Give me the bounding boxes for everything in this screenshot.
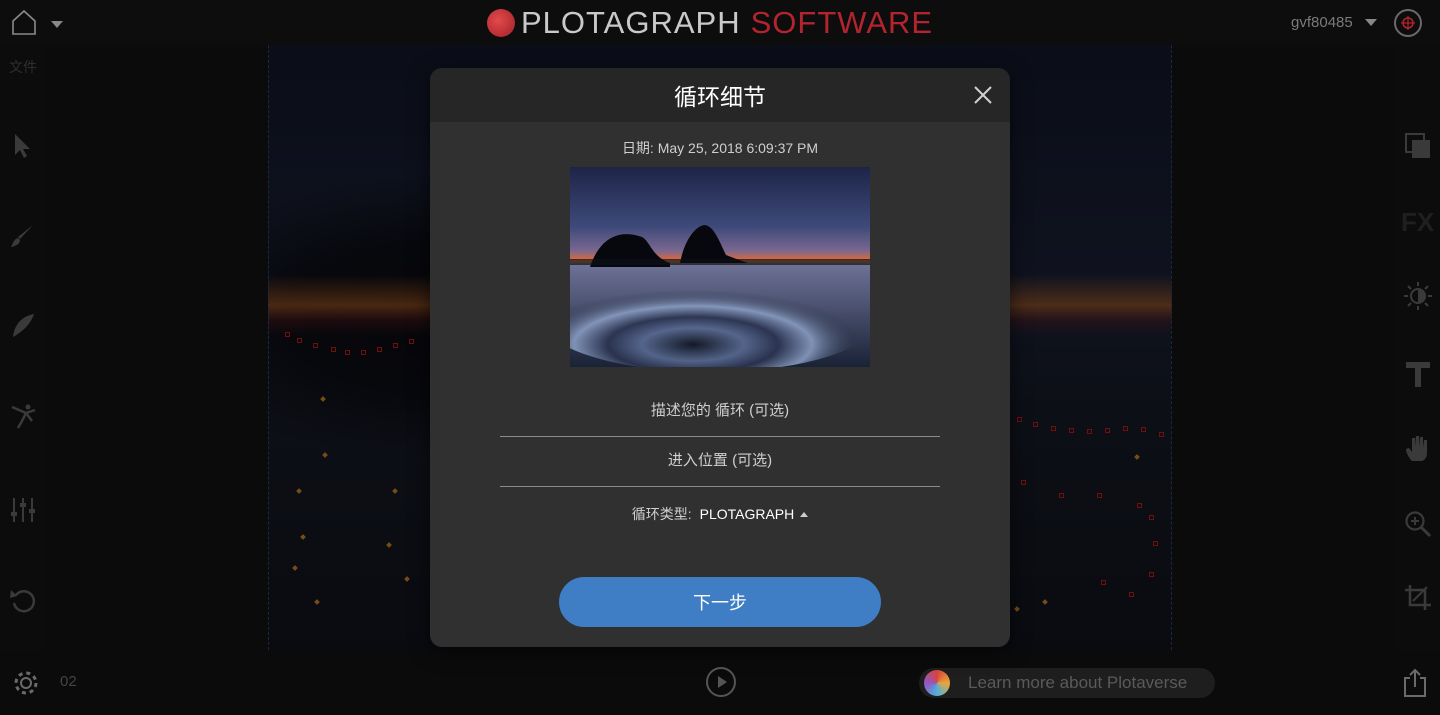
dialog-header: 循环细节: [430, 68, 1010, 122]
username-label[interactable]: gvf80485: [1291, 14, 1353, 31]
share-icon[interactable]: [1402, 668, 1428, 698]
profile-badge-icon: [1401, 16, 1415, 30]
top-bar: PLOTAGRAPH SOFTWARE gvf80485: [0, 0, 1440, 45]
plotagraph-logo-icon: [487, 9, 515, 37]
frame-number: 02: [60, 673, 77, 690]
location-placeholder: 进入位置 (可选): [667, 452, 773, 469]
plotaverse-logo-icon: [924, 670, 950, 696]
next-step-button[interactable]: 下一步: [559, 577, 881, 627]
loop-date: 日期: May 25, 2018 6:09:37 PM: [621, 140, 819, 156]
describe-loop-input[interactable]: 描述您的 循环 (可选): [500, 400, 940, 437]
app-logo: PLOTAGRAPH SOFTWARE: [487, 5, 934, 40]
user-menu-chevron-down-icon[interactable]: [1365, 19, 1377, 26]
chevron-up-icon[interactable]: [800, 512, 809, 517]
avatar[interactable]: [1394, 9, 1422, 37]
close-icon[interactable]: [973, 85, 993, 105]
loop-thumbnail: [570, 167, 870, 367]
logo-text-primary: PLOTAGRAPH: [521, 5, 741, 40]
learn-more-label: Learn more about Plotaverse: [968, 673, 1188, 692]
gear-icon[interactable]: [11, 668, 41, 698]
loop-type-select[interactable]: PLOTAGRAPH: [700, 506, 795, 522]
home-icon[interactable]: [10, 8, 38, 36]
dialog-title: 循环细节: [674, 84, 766, 110]
describe-loop-placeholder: 描述您的 循环 (可选): [650, 402, 790, 419]
play-icon: [718, 676, 727, 688]
logo-text-secondary: SOFTWARE: [750, 5, 934, 40]
loop-type-row: 循环类型: PLOTAGRAPH: [430, 504, 1010, 524]
seascape-thumbnail-image: [570, 167, 870, 367]
play-button[interactable]: [706, 667, 736, 697]
loop-details-dialog: 循环细节 日期: May 25, 2018 6:09:37 PM 描述您的 循环…: [430, 68, 1010, 647]
bottom-bar: 02 Learn more about Plotaverse: [0, 650, 1440, 715]
loop-type-label: 循环类型:: [631, 506, 692, 522]
location-input[interactable]: 进入位置 (可选): [500, 450, 940, 487]
home-menu-chevron-down-icon[interactable]: [51, 21, 63, 28]
learn-more-plotaverse-button[interactable]: Learn more about Plotaverse: [919, 668, 1215, 698]
